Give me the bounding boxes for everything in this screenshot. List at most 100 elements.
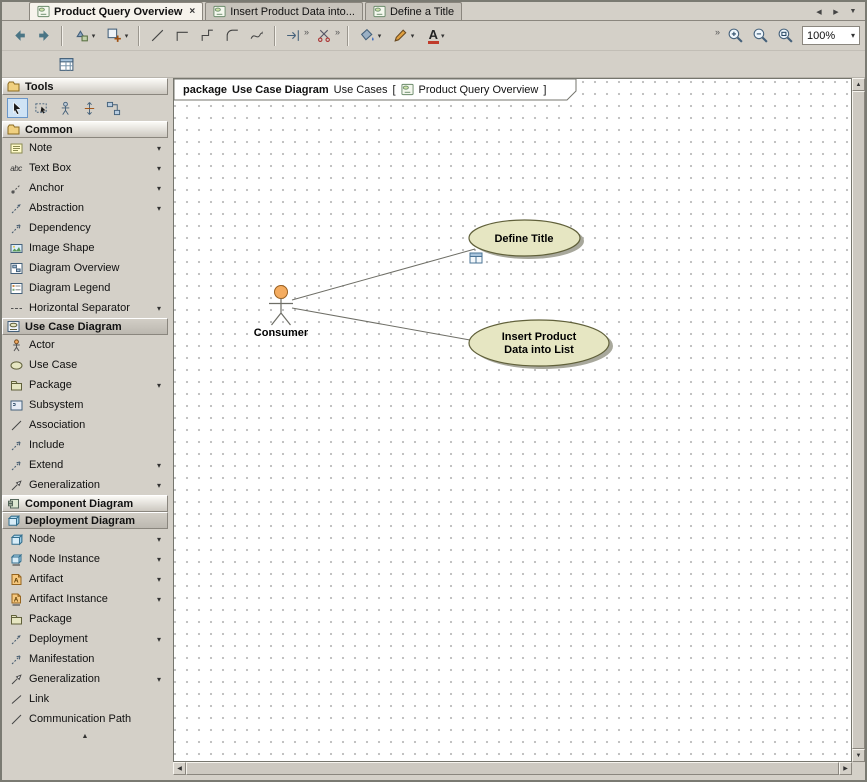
palette-item-link[interactable]: Link ▾ [2,689,168,709]
chevron-down-icon[interactable]: ▾ [154,184,164,193]
palette-section-common[interactable]: Common [2,121,168,138]
palette-item-package-deployment[interactable]: Package ▾ [2,609,168,629]
zoom-out-button[interactable] [748,24,772,47]
palette-item-use-case[interactable]: Use Case ▾ [2,355,168,375]
palette-item-package[interactable]: Package ▾ [2,375,168,395]
palette-item-dependency[interactable]: Dependency ▾ [2,218,168,238]
overflow-chevron-icon[interactable]: » [335,27,340,37]
zoom-level-select[interactable]: 100% ▾ [802,26,860,45]
marquee-tool-button[interactable] [31,98,52,118]
close-tab-button[interactable]: × [186,7,195,17]
arrow-style-button[interactable] [281,24,305,47]
back-button[interactable] [7,24,31,47]
palette-item-artifact[interactable]: A Artifact ▾ [2,569,168,589]
scroll-tabs-right-button[interactable]: ▶ [829,5,843,18]
palette-section-title: Component Diagram [25,498,133,510]
chevron-down-icon[interactable]: ▾ [154,535,164,544]
chevron-down-icon[interactable]: ▾ [154,555,164,564]
palette-item-note[interactable]: Note ▾ [2,138,168,158]
bent-path-button[interactable] [195,24,219,47]
layout-tool-button[interactable] [103,98,124,118]
vertical-scroll-thumb[interactable] [852,91,865,749]
palette-item-association[interactable]: Association ▾ [2,415,168,435]
palette-scroll-up-button[interactable]: ▲ [2,729,168,743]
tab-list-button[interactable]: ▼ [846,5,860,18]
palette-item-generalization-deployment[interactable]: Generalization ▾ [2,669,168,689]
horizontal-scrollbar[interactable]: ◀ ▶ [173,762,852,775]
use-case-insert-product-data[interactable]: Insert Product Data into List [469,320,613,369]
palette-section-component-diagram[interactable]: Component Diagram [2,495,168,512]
scroll-down-button[interactable]: ▼ [852,749,865,762]
palette-section-use-case-diagram[interactable]: Use Case Diagram [2,318,168,335]
distribute-tool-button[interactable] [79,98,100,118]
chevron-down-icon[interactable]: ▾ [154,575,164,584]
node-icon [7,514,20,527]
fill-color-button[interactable]: ▾ [354,24,386,47]
association-line-1[interactable] [292,249,475,300]
use-case-define-title[interactable]: Define Title [469,220,584,259]
zoom-fit-button[interactable] [773,24,797,47]
tab-define-a-title[interactable]: Define a Title [365,2,462,20]
tab-product-query-overview[interactable]: Product Query Overview × [29,2,203,20]
rectilinear-path-button[interactable] [170,24,194,47]
chevron-down-icon[interactable]: ▾ [154,304,164,313]
actor-consumer[interactable]: Consumer [254,286,309,340]
palette-item-include[interactable]: Include ▾ [2,435,168,455]
stick-figure-tool-button[interactable] [55,98,76,118]
spline-path-button[interactable] [245,24,269,47]
chevron-down-icon[interactable]: ▾ [154,461,164,470]
palette-item-subsystem[interactable]: Subsystem ▾ [2,395,168,415]
chevron-down-icon[interactable]: ▾ [154,481,164,490]
vertical-scrollbar[interactable]: ▲ ▼ [852,78,865,762]
pen-color-button[interactable]: ▾ [387,24,419,47]
grid-toggle-button[interactable] [54,53,78,76]
chevron-down-icon[interactable]: ▾ [154,144,164,153]
chevron-down-icon[interactable]: ▾ [154,164,164,173]
overflow-chevron-icon[interactable]: » [304,27,309,37]
horizontal-scroll-thumb[interactable] [186,762,839,775]
palette-item-node[interactable]: Node ▾ [2,529,168,549]
palette-item-extend[interactable]: Extend ▾ [2,455,168,475]
zoom-in-button[interactable] [723,24,747,47]
palette-item-actor[interactable]: Actor ▾ [2,335,168,355]
palette-item-generalization[interactable]: Generalization ▾ [2,475,168,495]
palette-item-deployment[interactable]: Deployment ▾ [2,629,168,649]
palette-item-anchor[interactable]: Anchor ▾ [2,178,168,198]
palette-section-deployment-diagram[interactable]: Deployment Diagram [2,512,168,529]
palette-item-node-instance[interactable]: Node Instance ▾ [2,549,168,569]
cut-button[interactable] [312,24,336,47]
scroll-left-button[interactable]: ◀ [173,762,186,775]
chevron-down-icon[interactable]: ▾ [154,595,164,604]
association-line-2[interactable] [292,308,470,340]
palette-item-artifact-instance[interactable]: A Artifact Instance ▾ [2,589,168,609]
palette-item-image-shape[interactable]: Image Shape ▾ [2,238,168,258]
shapes-dropdown-button[interactable]: ▾ [68,24,100,47]
tab-insert-product-data[interactable]: Insert Product Data into... [205,2,363,20]
palette-section-tools[interactable]: Tools [2,78,168,95]
scroll-tabs-left-button[interactable]: ◀ [812,5,826,18]
pointer-tool-button[interactable] [7,98,28,118]
rounded-path-button[interactable] [220,24,244,47]
insert-shape-dropdown-button[interactable]: ▾ [101,24,133,47]
forward-button[interactable] [32,24,56,47]
palette-item-horizontal-separator[interactable]: Horizontal Separator ▾ [2,298,168,318]
chevron-down-icon[interactable]: ▾ [154,635,164,644]
chevron-down-icon[interactable]: ▾ [154,381,164,390]
palette-item-communication-path[interactable]: Communication Path ▾ [2,709,168,729]
palette-item-abstraction[interactable]: Abstraction ▾ [2,198,168,218]
use-case-diagram-svg: Define Title Insert Product Data into Li… [174,79,851,761]
oblique-path-button[interactable] [145,24,169,47]
diagram-canvas[interactable]: Define Title Insert Product Data into Li… [173,78,852,762]
scroll-up-button[interactable]: ▲ [852,78,865,91]
font-color-button[interactable]: A ▾ [420,24,452,47]
palette-item-manifestation[interactable]: Manifestation ▾ [2,649,168,669]
palette-item-diagram-legend[interactable]: Diagram Legend ▾ [2,278,168,298]
chevron-down-icon[interactable]: ▾ [154,675,164,684]
link-badge-icon[interactable] [470,253,482,263]
use-case-label-line2: Data into List [504,344,574,356]
palette-item-diagram-overview[interactable]: Diagram Overview ▾ [2,258,168,278]
chevron-down-icon[interactable]: ▾ [154,204,164,213]
scroll-right-button[interactable]: ▶ [839,762,852,775]
toolbar-overflow-chevron[interactable]: » [715,27,720,37]
palette-item-text-box[interactable]: abc Text Box ▾ [2,158,168,178]
